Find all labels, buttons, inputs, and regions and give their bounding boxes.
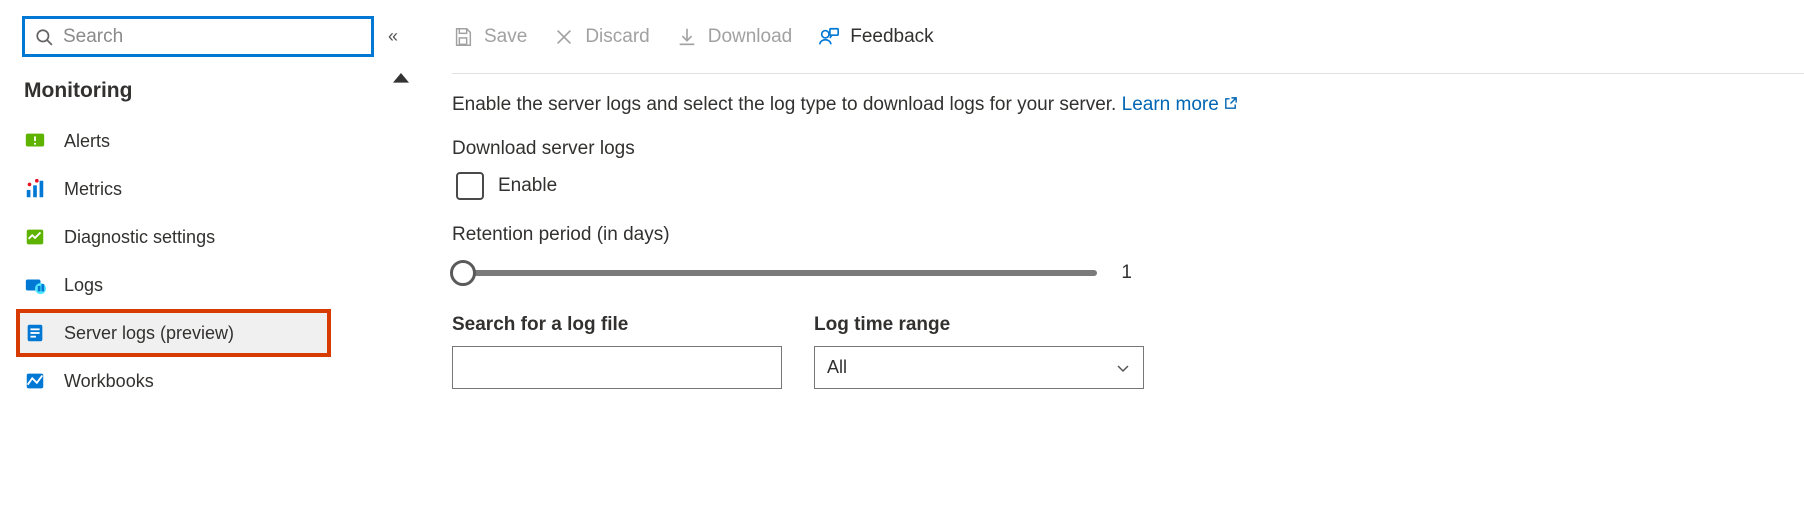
save-icon xyxy=(452,26,474,48)
retention-value: 1 xyxy=(1121,262,1132,284)
enable-label: Enable xyxy=(498,175,557,197)
external-link-icon xyxy=(1223,96,1238,111)
download-button: Download xyxy=(676,26,793,48)
time-range-value: All xyxy=(827,357,847,378)
retention-slider[interactable] xyxy=(452,270,1097,276)
diagnostic-icon xyxy=(24,226,46,248)
sidebar-item-label: Diagnostic settings xyxy=(64,227,215,248)
save-button: Save xyxy=(452,26,527,48)
toolbar: Save Discard Download Feedback xyxy=(452,0,1804,74)
intro-text: Enable the server logs and select the lo… xyxy=(452,94,1804,116)
download-heading: Download server logs xyxy=(452,138,1804,160)
sidebar-item-diagnostic-settings[interactable]: Diagnostic settings xyxy=(22,213,409,261)
discard-label: Discard xyxy=(585,26,649,48)
feedback-button[interactable]: Feedback xyxy=(818,26,933,48)
download-icon xyxy=(676,26,698,48)
sidebar-item-label: Alerts xyxy=(64,131,110,152)
enable-checkbox[interactable] xyxy=(456,172,484,200)
sidebar-section-title: Monitoring xyxy=(24,79,409,103)
workbooks-icon xyxy=(24,370,46,392)
alerts-icon xyxy=(24,130,46,152)
feedback-label: Feedback xyxy=(850,26,933,48)
sidebar-item-server-logs[interactable]: Server logs (preview) xyxy=(16,309,331,357)
learn-more-label: Learn more xyxy=(1122,94,1219,115)
intro-text-content: Enable the server logs and select the lo… xyxy=(452,94,1122,115)
sidebar-item-workbooks[interactable]: Workbooks xyxy=(22,357,409,405)
search-log-label: Search for a log file xyxy=(452,314,782,336)
discard-button: Discard xyxy=(553,26,649,48)
metrics-icon xyxy=(24,178,46,200)
learn-more-link[interactable]: Learn more xyxy=(1122,94,1238,115)
search-icon xyxy=(35,28,53,46)
sidebar-item-label: Workbooks xyxy=(64,371,154,392)
chevron-down-icon xyxy=(1115,360,1131,376)
main-content: Save Discard Download Feedback Enable th… xyxy=(410,0,1804,511)
sidebar: « Monitoring Alerts Metrics Diagnostic s… xyxy=(0,0,410,511)
scroll-up-icon[interactable] xyxy=(393,70,409,86)
collapse-sidebar-icon[interactable]: « xyxy=(388,26,398,47)
sidebar-item-alerts[interactable]: Alerts xyxy=(22,117,409,165)
discard-icon xyxy=(553,26,575,48)
sidebar-item-metrics[interactable]: Metrics xyxy=(22,165,409,213)
time-range-select[interactable]: All xyxy=(814,346,1144,389)
search-input[interactable] xyxy=(63,26,361,48)
download-label: Download xyxy=(708,26,793,48)
search-log-input[interactable] xyxy=(452,346,782,389)
slider-thumb[interactable] xyxy=(450,260,476,286)
server-logs-icon xyxy=(24,322,46,344)
save-label: Save xyxy=(484,26,527,48)
sidebar-menu: Alerts Metrics Diagnostic settings Logs … xyxy=(22,117,409,405)
logs-icon xyxy=(24,274,46,296)
sidebar-item-label: Server logs (preview) xyxy=(64,323,234,344)
time-range-label: Log time range xyxy=(814,314,1144,336)
sidebar-item-logs[interactable]: Logs xyxy=(22,261,409,309)
sidebar-item-label: Logs xyxy=(64,275,103,296)
sidebar-item-label: Metrics xyxy=(64,179,122,200)
feedback-icon xyxy=(818,26,840,48)
sidebar-search-box[interactable] xyxy=(22,16,374,57)
retention-label: Retention period (in days) xyxy=(452,224,1804,246)
